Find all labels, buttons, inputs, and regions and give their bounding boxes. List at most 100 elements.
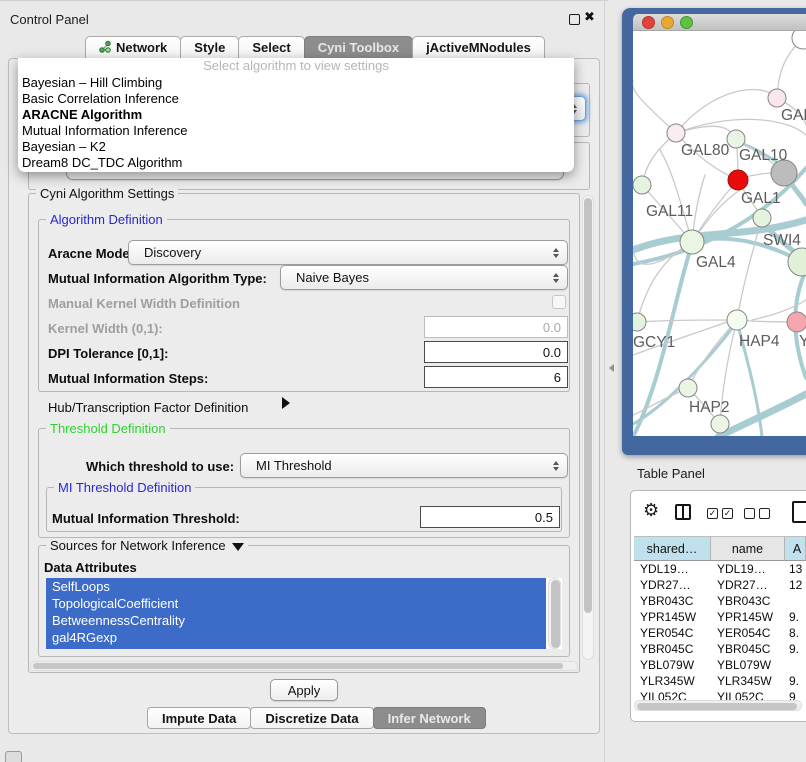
settings-hscrollbar-thumb[interactable] [33, 663, 563, 669]
table-cell: YDR27… [711, 577, 785, 593]
network-node-label: Y [799, 333, 806, 350]
table-row[interactable]: YLR345WYLR345W9. [634, 673, 806, 689]
network-node[interactable] [680, 230, 704, 254]
table-row[interactable]: YBR045CYBR045C9. [634, 641, 806, 657]
threshold-definition-title: Threshold Definition [46, 421, 170, 436]
network-edge[interactable] [633, 80, 676, 133]
close-icon[interactable]: ✖ [584, 10, 595, 25]
zoom-traffic-light-icon[interactable] [680, 16, 693, 29]
network-node[interactable] [787, 312, 806, 332]
algorithm-option[interactable]: Basic Correlation Inference [18, 91, 574, 107]
algorithm-option[interactable]: Bayesian – K2 [18, 139, 574, 155]
table-column-header[interactable]: name [711, 537, 785, 560]
which-threshold-value: MI Threshold [256, 458, 332, 473]
tab-jactivemnodules[interactable]: jActiveMNodules [412, 36, 545, 59]
collapse-arrow-icon[interactable] [232, 543, 244, 551]
table-row[interactable]: YIL052CYIL052C9 [634, 689, 806, 700]
attributes-vertical-scrollbar[interactable] [548, 578, 561, 649]
apply-button[interactable]: Apply [270, 679, 338, 701]
hub-definition-label[interactable]: Hub/Transcription Factor Definition [48, 400, 248, 415]
network-edge[interactable] [637, 320, 727, 322]
table-horizontal-scrollbar[interactable] [634, 700, 802, 711]
checked-checkbox-icon[interactable]: ✓ [722, 508, 733, 519]
table-cell: YER054C [711, 625, 785, 641]
tab-infer-network[interactable]: Infer Network [373, 707, 486, 729]
tab-cyni-toolbox[interactable]: Cyni Toolbox [304, 36, 413, 59]
table-row[interactable]: YBR043CYBR043C [634, 593, 806, 609]
unchecked-checkbox-icon[interactable] [759, 508, 770, 519]
gear-icon[interactable]: ⚙ [643, 502, 659, 520]
attribute-item[interactable]: BetweennessCentrality [46, 612, 546, 629]
expand-arrow-icon[interactable] [282, 397, 290, 409]
network-node[interactable] [727, 130, 745, 148]
network-window-titlebar[interactable] [633, 14, 806, 31]
mi-type-combo[interactable]: Naive Bayes [280, 265, 568, 290]
settings-scrollbar-thumb[interactable] [584, 198, 592, 613]
network-node[interactable] [792, 31, 806, 49]
network-node[interactable] [728, 170, 748, 190]
sources-group-title[interactable]: Sources for Network Inference [46, 538, 248, 553]
network-edge[interactable] [676, 89, 777, 133]
table-column-header[interactable]: A [785, 537, 806, 560]
tab-discretize-data[interactable]: Discretize Data [250, 707, 373, 729]
settings-horizontal-scrollbar[interactable] [30, 661, 578, 671]
mi-steps-field[interactable]: 6 [424, 366, 568, 388]
tab-network[interactable]: Network [85, 36, 181, 59]
table-row[interactable]: YDL19…YDL19…13 [634, 561, 806, 577]
checked-checkbox-icon[interactable]: ✓ [707, 508, 718, 519]
unchecked-checkbox-icon[interactable] [744, 508, 755, 519]
algorithm-dropdown-list: Bayesian – Hill ClimbingBasic Correlatio… [18, 75, 574, 171]
mi-threshold-field[interactable]: 0.5 [420, 506, 560, 528]
corner-widget-icon[interactable] [5, 751, 22, 762]
attributes-scrollbar-thumb[interactable] [551, 580, 560, 648]
algorithm-option[interactable]: Mutual Information Inference [18, 123, 574, 139]
table-row[interactable]: YER054CYER054C8. [634, 625, 806, 641]
tab-impute-data[interactable]: Impute Data [147, 707, 251, 729]
network-edge[interactable] [637, 242, 692, 322]
network-edge[interactable] [660, 150, 692, 242]
network-node[interactable] [711, 415, 729, 433]
kernel-width-field[interactable]: 0.0 [424, 316, 568, 338]
network-canvas[interactable]: GALGAL80GAL10GAL1GAL11SWI4GAL4GCY1HAP4YH… [633, 31, 806, 436]
algorithm-option[interactable]: Dream8 DC_TDC Algorithm [18, 155, 574, 171]
network-node-label: HAP4 [739, 333, 780, 350]
network-node[interactable] [753, 209, 771, 227]
minimize-traffic-light-icon[interactable] [661, 16, 674, 29]
document-icon[interactable] [792, 501, 806, 523]
attribute-item[interactable]: SelfLoops [46, 578, 546, 595]
float-window-icon[interactable] [569, 14, 580, 25]
manual-kernel-checkbox[interactable] [552, 295, 566, 309]
network-node[interactable] [727, 310, 747, 330]
tab-select[interactable]: Select [238, 36, 304, 59]
network-node[interactable] [633, 176, 651, 194]
attribute-item[interactable]: gal4RGexp [46, 629, 546, 646]
attribute-item[interactable]: TopologicalCoefficient [46, 595, 546, 612]
network-node[interactable] [788, 248, 806, 276]
close-traffic-light-icon[interactable] [642, 16, 655, 29]
mi-threshold-group-title: MI Threshold Definition [54, 480, 195, 495]
table-row[interactable]: YBL079WYBL079W [634, 657, 806, 673]
splitter-collapse-icon[interactable] [609, 364, 614, 372]
settings-vertical-scrollbar[interactable] [582, 195, 594, 660]
dpi-tolerance-label: DPI Tolerance [0,1]: [48, 346, 168, 361]
table-column-header[interactable]: shared… [634, 537, 711, 560]
which-threshold-combo[interactable]: MI Threshold [240, 453, 568, 478]
algorithm-option[interactable]: ARACNE Algorithm [18, 107, 574, 123]
table-cell: 9 [785, 689, 806, 700]
split-columns-icon[interactable] [675, 504, 691, 520]
table-row[interactable]: YPR145WYPR145W9. [634, 609, 806, 625]
algorithm-option[interactable]: Bayesian – Hill Climbing [18, 75, 574, 91]
network-node[interactable] [667, 124, 685, 142]
algorithm-definition-title: Algorithm Definition [46, 212, 167, 227]
network-node[interactable] [768, 89, 786, 107]
network-node[interactable] [633, 313, 646, 331]
table-cell: 13 [785, 561, 806, 577]
table-cell: 9. [785, 609, 806, 625]
dpi-tolerance-field[interactable]: 0.0 [424, 341, 568, 363]
table-cell: 8. [785, 625, 806, 641]
table-row[interactable]: YDR27…YDR27…12 [634, 577, 806, 593]
aracne-mode-combo[interactable]: Discovery [128, 240, 568, 265]
network-node[interactable] [679, 379, 697, 397]
table-hscrollbar-thumb[interactable] [637, 703, 797, 710]
tab-style[interactable]: Style [180, 36, 239, 59]
